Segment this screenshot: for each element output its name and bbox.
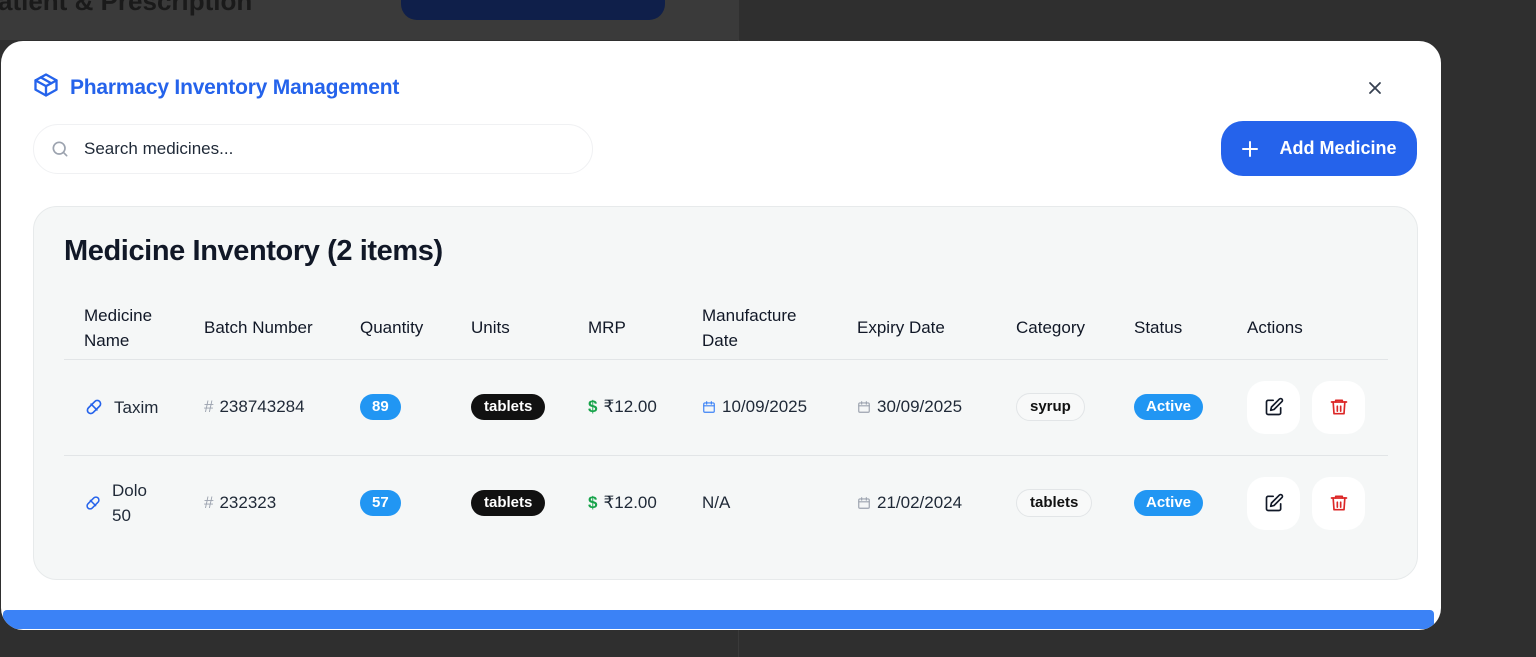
expiry-date: 21/02/2024: [877, 493, 963, 513]
trash-icon: [1330, 495, 1347, 511]
cell-quantity: 89: [340, 359, 451, 456]
batch-number: 232323: [219, 493, 277, 513]
hash-icon: #: [204, 397, 214, 416]
column-header-actions: Actions: [1227, 297, 1388, 360]
cell-expiry: 21/02/2024: [837, 455, 996, 551]
table-row: Dolo 50 # 232323 57 tablets $ ₹12.00 N/A…: [64, 455, 1388, 551]
cell-status: Active: [1114, 455, 1227, 551]
cell-units: tablets: [451, 455, 568, 551]
status-badge: Active: [1134, 490, 1204, 517]
cell-expiry: 30/09/2025: [837, 359, 996, 456]
search-input[interactable]: [84, 139, 544, 159]
manufacture-date: 10/09/2025: [722, 397, 808, 416]
units-badge: tablets: [471, 490, 546, 517]
cell-category: tablets: [996, 455, 1114, 551]
edit-button[interactable]: [1247, 476, 1300, 530]
cell-name: Taxim: [64, 359, 184, 456]
category-badge: syrup: [1016, 393, 1085, 421]
add-medicine-label: Add Medicine: [1279, 138, 1397, 158]
column-header-name: Medicine Name: [64, 297, 184, 360]
column-header-status: Status: [1114, 297, 1227, 360]
column-header-category: Category: [996, 297, 1114, 360]
pharmacy-inventory-modal: Pharmacy Inventory Management Add Medici…: [1, 41, 1441, 630]
cell-actions: [1227, 455, 1388, 551]
batch-number: 238743284: [219, 397, 305, 416]
delete-button[interactable]: [1312, 380, 1365, 434]
inventory-table: Medicine Name Batch Number Quantity Unit…: [64, 297, 1388, 551]
plus-icon: [1242, 140, 1259, 157]
cell-units: tablets: [451, 359, 568, 456]
edit-icon: [1265, 494, 1283, 512]
background-button: [401, 0, 665, 20]
status-badge: Active: [1134, 394, 1204, 420]
cell-manufacture: 10/09/2025: [682, 359, 837, 456]
column-header-batch: Batch Number: [184, 297, 340, 360]
cell-batch: # 238743284: [184, 359, 340, 456]
table-header-row: Medicine Name Batch Number Quantity Unit…: [64, 297, 1388, 360]
calendar-icon: [703, 401, 715, 413]
cell-status: Active: [1114, 359, 1227, 456]
close-button[interactable]: [1364, 77, 1386, 99]
pill-icon: [86, 399, 102, 415]
quantity-badge: 57: [360, 490, 401, 517]
cell-mrp: $ ₹12.00: [568, 359, 682, 456]
dollar-icon: $: [588, 493, 598, 513]
cell-actions: [1227, 359, 1388, 456]
manufacture-date: N/A: [702, 493, 731, 513]
pill-icon: [86, 496, 100, 510]
edit-button[interactable]: [1247, 380, 1300, 434]
modal-title: Pharmacy Inventory Management: [70, 75, 400, 99]
cell-quantity: 57: [340, 455, 451, 551]
expiry-date: 30/09/2025: [877, 397, 963, 416]
units-badge: tablets: [471, 394, 546, 420]
column-header-manufacture: Manufacture Date: [682, 297, 837, 360]
quantity-badge: 89: [360, 394, 401, 420]
cell-name: Dolo 50: [64, 455, 184, 551]
background-page-title: atient & Prescription: [0, 0, 253, 16]
column-header-expiry: Expiry Date: [837, 297, 996, 360]
modal-footer-bar: [3, 610, 1434, 629]
modal-header: Pharmacy Inventory Management: [32, 71, 399, 104]
dollar-icon: $: [588, 397, 598, 416]
hash-icon: #: [204, 493, 214, 513]
column-header-units: Units: [451, 297, 568, 360]
calendar-icon: [858, 497, 870, 510]
medicine-name: Taxim: [114, 397, 159, 417]
trash-icon: [1330, 399, 1347, 415]
mrp-value: ₹12.00: [603, 493, 657, 513]
delete-button[interactable]: [1312, 476, 1365, 530]
package-icon: [32, 71, 60, 104]
close-icon: [1369, 82, 1381, 94]
cell-manufacture: N/A: [682, 455, 837, 551]
search-icon: [52, 141, 68, 157]
cell-mrp: $ ₹12.00: [568, 455, 682, 551]
edit-icon: [1265, 397, 1283, 416]
category-badge: tablets: [1016, 489, 1093, 518]
table-row: Taxim # 238743284 89 tablets $ ₹12.00 10…: [64, 359, 1388, 456]
inventory-title: Medicine Inventory (2 items): [64, 235, 443, 267]
cell-batch: # 232323: [184, 455, 340, 551]
cell-category: syrup: [996, 359, 1114, 456]
inventory-card: Medicine Inventory (2 items) Medicine Na…: [33, 206, 1418, 580]
column-header-quantity: Quantity: [340, 297, 451, 360]
medicine-name: Dolo 50: [112, 481, 147, 526]
search-box: [33, 124, 593, 174]
add-medicine-button[interactable]: Add Medicine: [1221, 121, 1417, 176]
calendar-icon: [858, 401, 870, 413]
column-header-mrp: MRP: [568, 297, 682, 360]
mrp-value: ₹12.00: [603, 397, 657, 416]
